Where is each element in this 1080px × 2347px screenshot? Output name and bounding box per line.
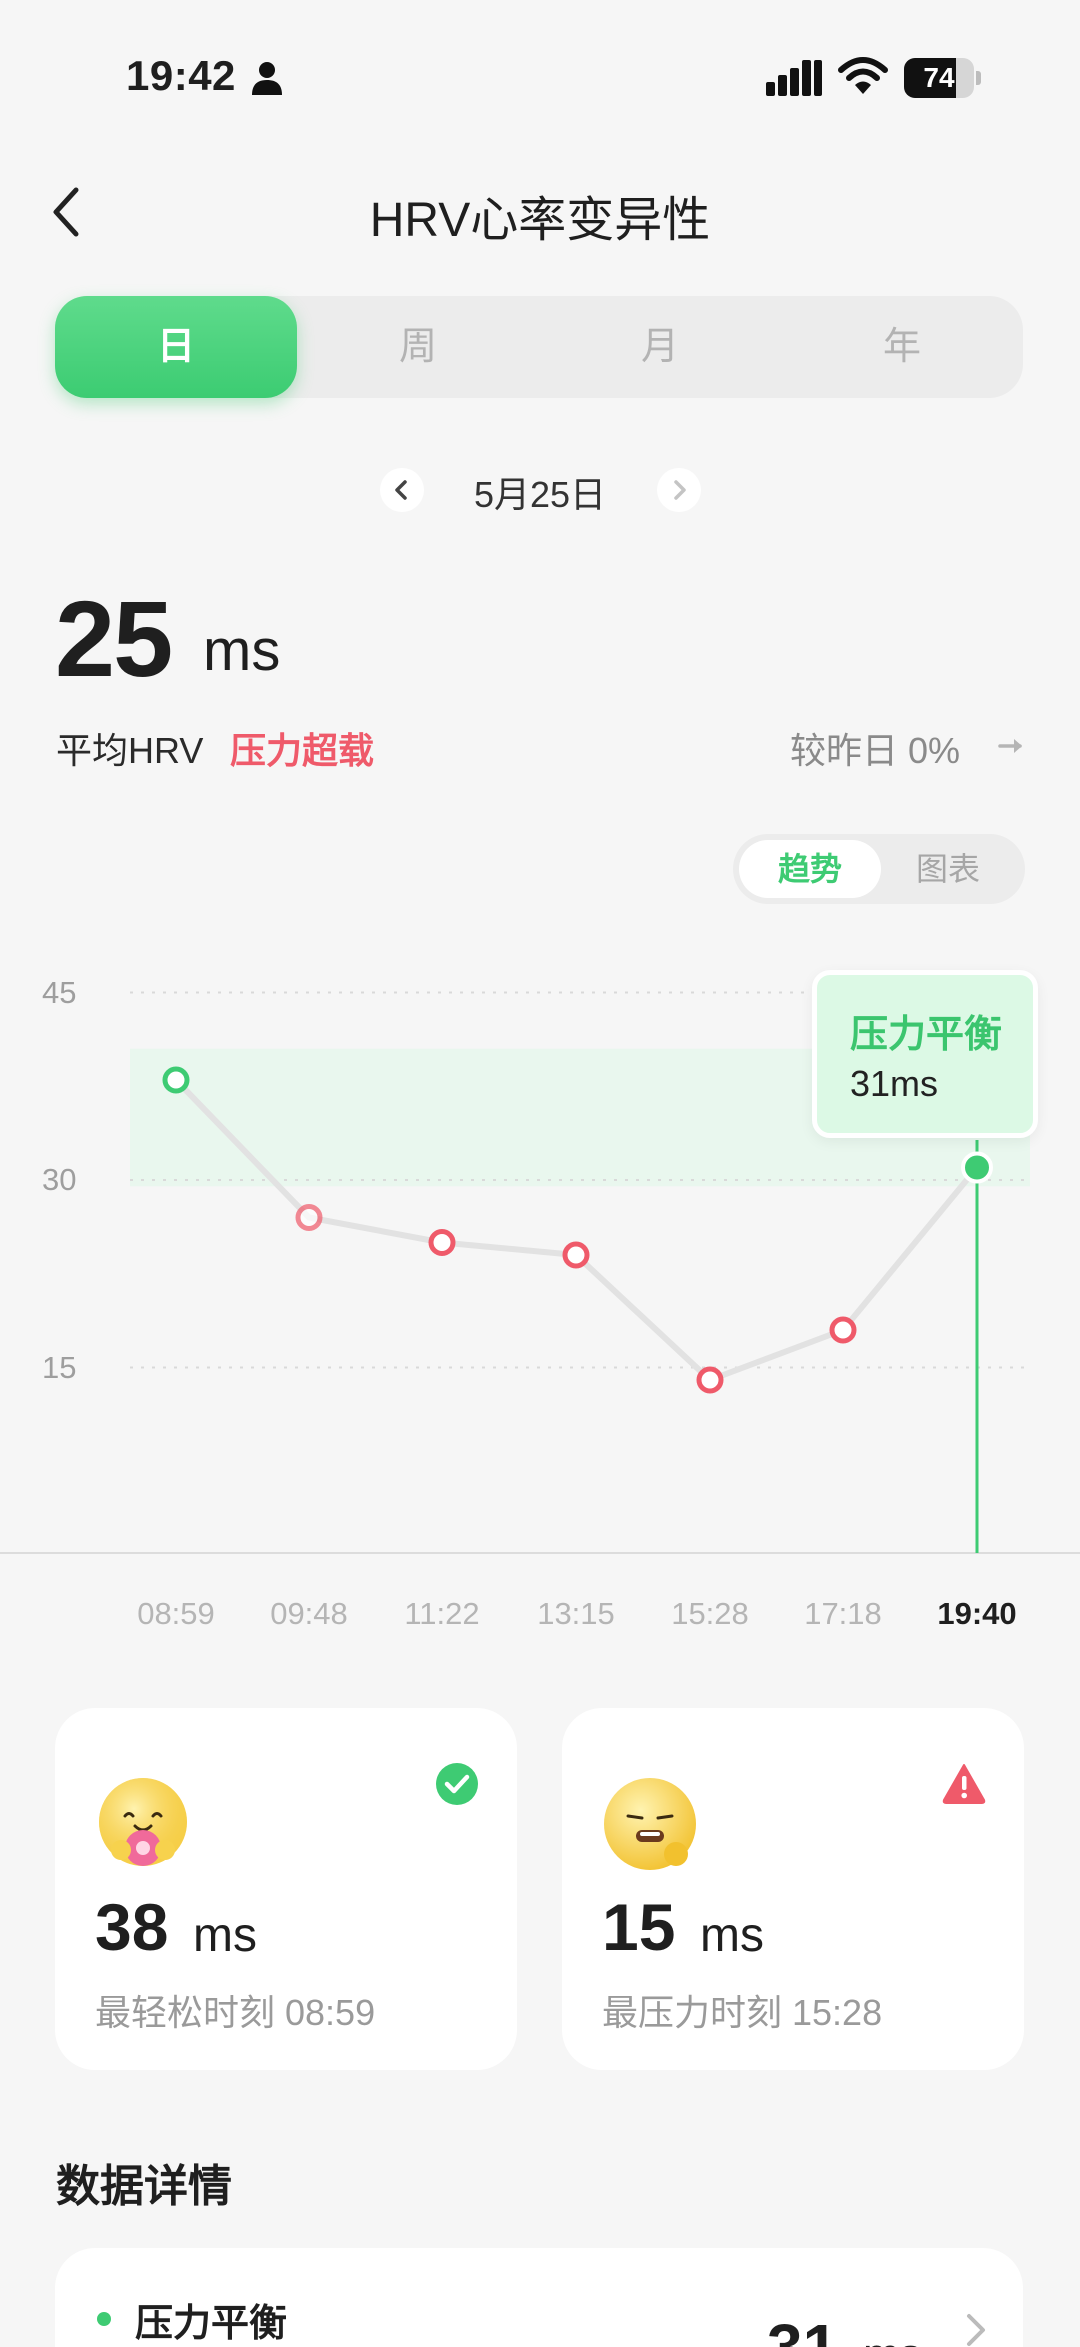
signal-icon [766,60,822,96]
x-tick-label[interactable]: 17:18 [783,1596,903,1632]
view-toggle: 趋势 图表 [733,834,1025,904]
most-stressed-card[interactable]: 15 ms 最压力时刻 15:28 [562,1708,1024,2070]
y-tick-label: 30 [42,1162,77,1197]
next-date-button[interactable] [657,468,701,512]
stressed-value: 15 [602,1890,676,1964]
warning-badge-icon [942,1764,986,1804]
compare-yesterday: 较昨日 0% [790,730,961,771]
data-point [696,1366,724,1394]
data-point [562,1241,590,1269]
x-tick-label[interactable]: 15:28 [650,1596,770,1632]
page-title: HRV心率变异性 [369,194,711,247]
x-tick-label[interactable]: 19:40 [917,1596,1037,1632]
tooltip-value: 31ms [850,1063,939,1104]
tooltip-title: 压力平衡 [850,1014,1003,1056]
status-time: 19:42 [126,52,236,99]
detail-value: 31 [767,2311,839,2347]
chevron-right-icon [967,2314,985,2346]
most-relaxed-card[interactable]: 38 ms 最轻松时刻 08:59 [55,1708,517,2070]
battery-indicator: 74 [904,58,981,98]
relaxed-emoji-icon [99,1778,187,1866]
check-badge-icon [436,1763,478,1805]
stressed-unit: ms [700,1909,764,1962]
data-point [162,1066,190,1094]
average-hrv-label: 平均HRV [56,730,204,771]
stressed-emoji-icon [604,1778,696,1870]
y-tick-label: 45 [42,974,77,1010]
period-tabs: 日 周 月 年 [55,296,1023,398]
detail-label: 压力平衡 [135,2303,288,2345]
previous-date-button[interactable] [380,468,424,512]
x-tick-label[interactable]: 13:15 [516,1596,636,1632]
tab-month[interactable]: 月 [539,296,781,398]
stress-status-label: 压力超载 [230,730,375,771]
tab-year[interactable]: 年 [781,296,1023,398]
arrow-right-icon [998,739,1022,753]
person-icon [252,62,282,95]
stressed-label: 最压力时刻 15:28 [602,1992,883,2033]
chevron-left-icon [395,480,407,500]
x-tick-label[interactable]: 08:59 [116,1596,236,1632]
detail-unit: ms [863,2330,922,2347]
average-hrv-unit: ms [203,618,281,683]
data-point-selected [961,1151,993,1184]
selected-point-tooltip: 压力平衡 31ms [812,970,1038,1138]
tab-day[interactable]: 日 [55,296,297,398]
relaxed-unit: ms [193,1909,257,1962]
toggle-trend[interactable]: 趋势 [739,840,881,898]
relaxed-value: 38 [95,1890,169,1964]
detail-row[interactable]: 压力平衡 31 ms [55,2248,1023,2347]
x-tick-label[interactable]: 09:48 [249,1596,369,1632]
average-hrv-value: 25 [55,578,173,699]
toggle-chart[interactable]: 图表 [877,840,1019,898]
tab-week[interactable]: 周 [297,296,539,398]
date-label: 5月25日 [473,474,607,515]
x-tick-label[interactable]: 11:22 [382,1596,502,1632]
relaxed-label: 最轻松时刻 08:59 [95,1992,376,2033]
wifi-icon [838,57,888,94]
battery-level: 74 [923,62,955,93]
chevron-right-icon [674,480,686,500]
y-tick-label: 15 [42,1349,77,1385]
data-point [295,1204,323,1231]
section-title: 数据详情 [56,2162,232,2211]
data-point [829,1316,857,1344]
data-point [428,1229,456,1256]
status-dot [97,2312,111,2326]
